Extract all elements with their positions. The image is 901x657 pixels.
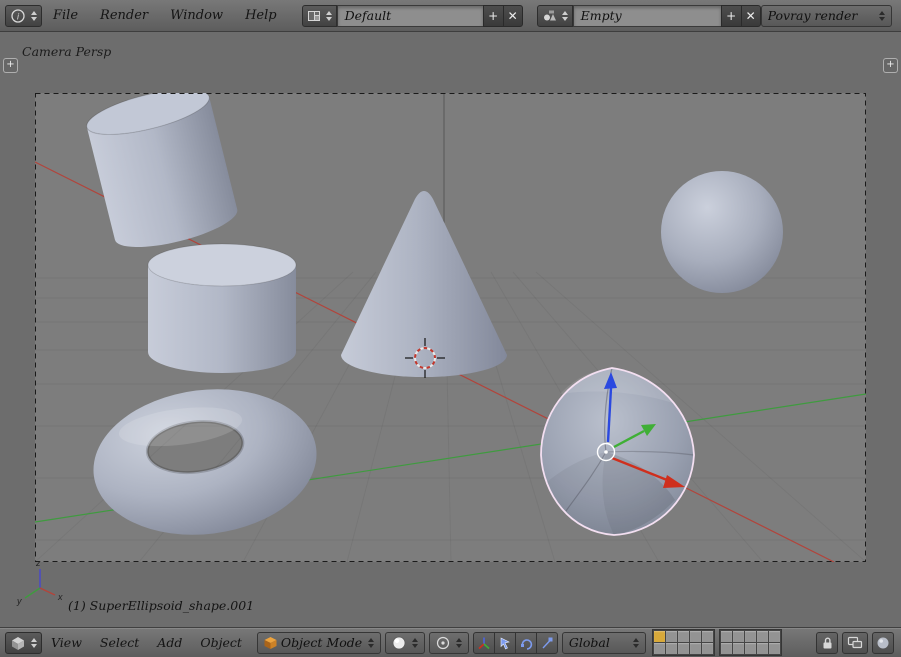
preview-sphere-icon [876, 636, 890, 650]
layer-buttons-group-1 [652, 629, 715, 656]
selected-object-label: (1) SuperEllipsoid_shape.001 [68, 598, 254, 613]
shading-sphere-icon [392, 636, 406, 650]
object-mode-cube-icon [264, 636, 277, 649]
menu-window[interactable]: Window [159, 8, 234, 23]
layer-button-8[interactable] [745, 631, 756, 642]
scene-selector: Empty + ✕ [537, 5, 761, 27]
scale-manipulator-button[interactable] [536, 632, 558, 654]
layer-button-20[interactable] [769, 643, 780, 654]
screen-layout-icon [307, 10, 321, 22]
menu-view[interactable]: View [42, 635, 91, 650]
axis-x-label: x [57, 592, 63, 602]
axis-y-label: y [16, 596, 22, 606]
dropdown-arrows-icon [633, 638, 639, 648]
3d-viewport[interactable]: z y x Camera Persp (1) SuperEllipsoid_sh… [0, 32, 901, 627]
dropdown-arrows-icon [456, 638, 462, 648]
lock-layers-button[interactable] [816, 632, 838, 654]
layer-button-18[interactable] [745, 643, 756, 654]
dropdown-arrows-icon [879, 11, 885, 21]
render-engine-dropdown[interactable]: Povray render [761, 5, 892, 27]
menu-select[interactable]: Select [91, 635, 148, 650]
layer-buttons-group-2 [719, 629, 782, 656]
scale-icon [540, 636, 554, 650]
layer-button-3[interactable] [678, 631, 689, 642]
translate-icon [498, 636, 512, 650]
3d-scene[interactable]: z y x [0, 32, 901, 627]
render-screens-icon [847, 635, 863, 650]
rotate-icon [519, 636, 533, 650]
screen-name-field[interactable]: Default [337, 5, 483, 27]
delete-scene-button[interactable]: ✕ [741, 5, 761, 27]
layer-button-2[interactable] [666, 631, 677, 642]
add-screen-button[interactable]: + [483, 5, 503, 27]
mode-value: Object Mode [281, 635, 362, 650]
viewport-shading-dropdown[interactable] [385, 632, 425, 654]
header-right-buttons [816, 632, 896, 654]
blender-window: i File Render Window Help Default + ✕ [0, 0, 901, 657]
render-engine-value: Povray render [768, 8, 873, 23]
dropdown-arrows-icon [368, 638, 374, 648]
layer-button-5[interactable] [702, 631, 713, 642]
editor-type-selector[interactable]: i [5, 5, 42, 27]
screen-browse-button[interactable] [302, 5, 337, 27]
layer-button-11[interactable] [654, 643, 665, 654]
mini-axis-gizmo: z y x [16, 558, 63, 606]
layer-button-4[interactable] [690, 631, 701, 642]
viewport-header: View Select Add Object Object Mode [0, 627, 901, 657]
layer-button-13[interactable] [678, 643, 689, 654]
layer-button-9[interactable] [757, 631, 768, 642]
layer-button-16[interactable] [721, 643, 732, 654]
layer-button-10[interactable] [769, 631, 780, 642]
layer-button-12[interactable] [666, 643, 677, 654]
lock-icon [819, 635, 835, 651]
menu-render[interactable]: Render [89, 8, 159, 23]
info-editor-icon: i [10, 8, 26, 24]
layer-button-6[interactable] [721, 631, 732, 642]
material-preview-button[interactable] [872, 632, 894, 654]
translate-manipulator-button[interactable] [494, 632, 516, 654]
top-header: i File Render Window Help Default + ✕ [0, 0, 901, 32]
dropdown-arrows-icon [412, 638, 418, 648]
manipulator-center-dot [604, 450, 608, 454]
rotate-manipulator-button[interactable] [515, 632, 537, 654]
dropdown-arrows-icon [326, 11, 332, 21]
layer-button-1[interactable] [654, 631, 665, 642]
axis-z-label: z [35, 558, 41, 568]
delete-screen-button[interactable]: ✕ [503, 5, 523, 27]
view-name-label: Camera Persp [22, 44, 111, 59]
sphere-object[interactable] [661, 171, 783, 293]
menu-help[interactable]: Help [234, 8, 288, 23]
expand-toolshelf-button[interactable]: + [3, 58, 18, 73]
layer-button-7[interactable] [733, 631, 744, 642]
mode-dropdown[interactable]: Object Mode [257, 632, 381, 654]
dropdown-arrows-icon [31, 638, 37, 648]
pivot-point-icon [436, 636, 450, 650]
scene-browse-button[interactable] [537, 5, 573, 27]
layer-button-17[interactable] [733, 643, 744, 654]
layer-button-15[interactable] [702, 643, 713, 654]
manipulator-widget-group [473, 632, 558, 654]
manipulator-axes-icon [477, 636, 491, 650]
orientation-dropdown[interactable]: Global [562, 632, 646, 654]
svg-text:i: i [17, 11, 20, 21]
menu-add[interactable]: Add [148, 635, 191, 650]
menu-object[interactable]: Object [191, 635, 251, 650]
menu-file[interactable]: File [42, 8, 89, 23]
orientation-value: Global [569, 635, 627, 650]
scene-name-field[interactable]: Empty [573, 5, 721, 27]
render-preview-button[interactable] [842, 632, 868, 654]
manipulator-toggle-button[interactable] [473, 632, 495, 654]
layer-button-19[interactable] [757, 643, 768, 654]
dropdown-arrows-icon [562, 11, 568, 21]
expand-properties-button[interactable]: + [883, 58, 898, 73]
dropdown-arrows-icon [31, 11, 37, 21]
screen-layout-selector: Default + ✕ [302, 5, 523, 27]
cylinder-object[interactable] [148, 244, 296, 373]
editor-type-selector-3dview[interactable] [5, 632, 42, 654]
add-scene-button[interactable]: + [721, 5, 741, 27]
layer-button-14[interactable] [690, 643, 701, 654]
pivot-point-dropdown[interactable] [429, 632, 469, 654]
3d-view-editor-icon [10, 635, 26, 651]
scene-icon [542, 9, 557, 22]
